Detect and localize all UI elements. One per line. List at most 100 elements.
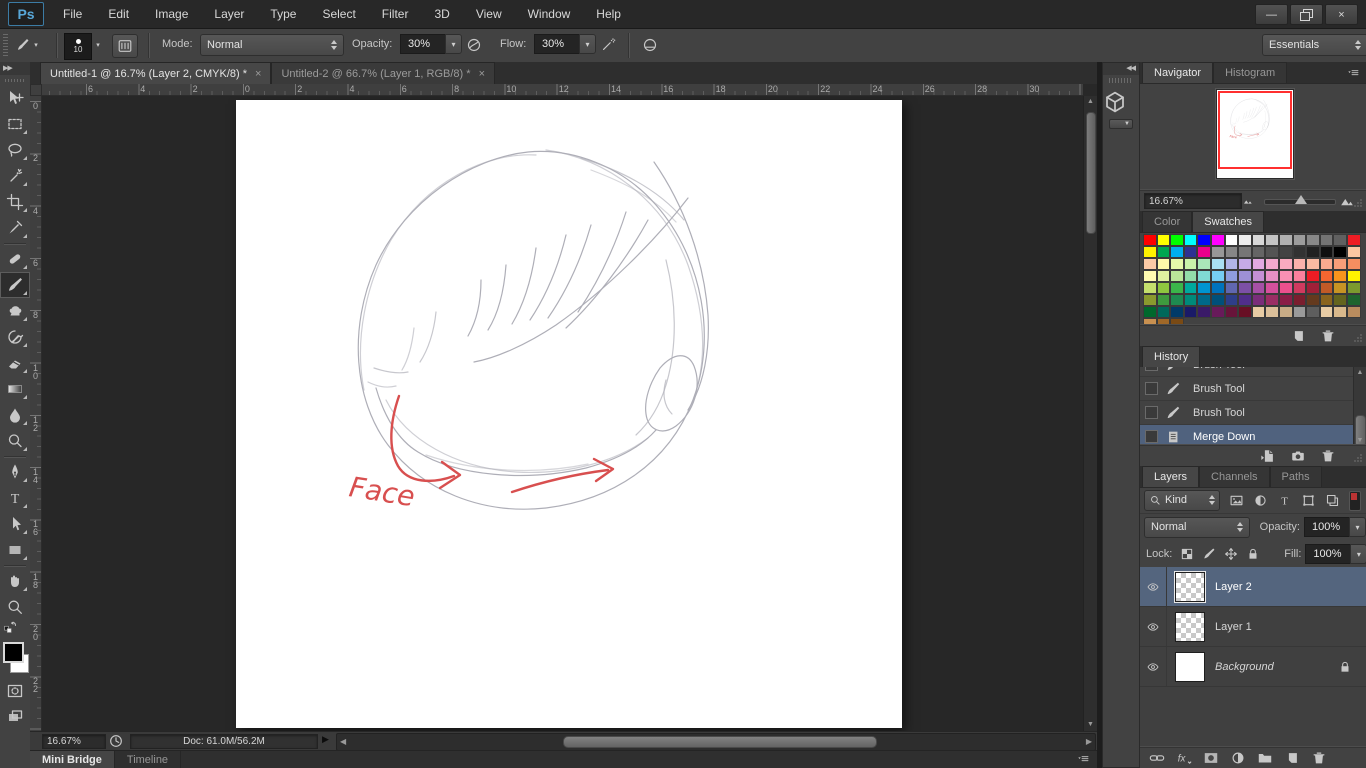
color-swatch[interactable]	[1306, 234, 1320, 246]
history-source-box[interactable]	[1145, 382, 1158, 395]
color-swatch[interactable]	[1333, 306, 1347, 318]
color-swatch[interactable]	[1183, 270, 1198, 282]
filter-shape-f-button[interactable]	[1298, 491, 1318, 509]
folder-button[interactable]	[1255, 749, 1275, 767]
expand-dock-button[interactable]: ◀◀	[1103, 63, 1139, 75]
swatches-tab-swatches[interactable]: Swatches	[1192, 211, 1264, 232]
scroll-left-icon[interactable]: ◀	[340, 736, 346, 748]
color-swatch[interactable]	[1306, 306, 1320, 318]
options-bar-grip[interactable]	[3, 34, 8, 57]
status-proxy-arrow-icon[interactable]: ▶	[322, 734, 329, 745]
layer-opacity-field[interactable]: 100% ▾	[1304, 517, 1366, 537]
horizontal-scroll-thumb[interactable]	[563, 736, 877, 748]
toolbar-grip[interactable]	[5, 77, 25, 83]
color-swatch[interactable]	[1251, 234, 1266, 246]
navigator-thumbnail[interactable]	[1216, 89, 1294, 179]
tool-move[interactable]	[0, 85, 30, 111]
filter-layers-f-button[interactable]	[1322, 491, 1342, 509]
color-swatch[interactable]	[1265, 246, 1279, 258]
close-tab-icon[interactable]: ×	[479, 68, 485, 80]
color-swatch[interactable]	[1278, 234, 1293, 246]
color-swatch[interactable]	[1238, 282, 1252, 294]
color-swatch[interactable]	[1143, 258, 1157, 270]
color-swatch[interactable]	[1292, 270, 1307, 282]
resize-grip-icon[interactable]	[1352, 197, 1364, 209]
panel-menu-icon[interactable]	[1345, 67, 1361, 79]
history-scrollbar[interactable]: ▲ ▼	[1353, 367, 1366, 447]
color-swatch[interactable]	[1319, 258, 1334, 270]
tool-pen[interactable]	[0, 459, 30, 485]
link-button[interactable]	[1147, 749, 1167, 767]
tool-preset-picker[interactable]: ▾	[14, 34, 38, 56]
bottom-tab-mini-bridge[interactable]: Mini Bridge	[30, 751, 115, 768]
color-swatch[interactable]	[1210, 258, 1225, 270]
color-swatch[interactable]	[1238, 234, 1252, 246]
lock-checker-sm-button[interactable]	[1178, 545, 1196, 563]
color-swatch[interactable]	[1306, 270, 1320, 282]
chevron-down-icon[interactable]: ▾	[579, 34, 596, 54]
color-swatch[interactable]	[1197, 294, 1211, 306]
swatches-tab-color[interactable]: Color	[1142, 211, 1193, 232]
navigator-zoom-field[interactable]: 16.67%	[1144, 193, 1242, 209]
color-swatch[interactable]	[1156, 294, 1171, 306]
layer-filter-select[interactable]: Kind	[1144, 489, 1220, 511]
color-swatch[interactable]	[1156, 270, 1171, 282]
bottom-tab-timeline[interactable]: Timeline	[115, 751, 182, 768]
document-size-field[interactable]: Doc: 61.0M/56.2M	[130, 734, 318, 749]
tablet-pressure-size-button[interactable]	[638, 34, 662, 56]
lock-lock-sm-button[interactable]	[1244, 545, 1262, 563]
menu-window[interactable]: Window	[515, 0, 584, 28]
scroll-down-icon[interactable]: ▼	[1087, 719, 1094, 731]
vertical-scrollbar[interactable]: ▲ ▼	[1083, 96, 1097, 731]
color-swatch[interactable]	[1251, 294, 1266, 306]
color-swatch[interactable]	[1346, 270, 1361, 282]
resize-grip-icon[interactable]	[1352, 452, 1364, 464]
color-swatch[interactable]	[1238, 258, 1252, 270]
navigator-zoom-slider[interactable]	[1264, 195, 1336, 205]
color-swatch[interactable]	[1156, 306, 1171, 318]
tool-history-brush[interactable]	[0, 324, 30, 350]
foreground-color-well[interactable]	[3, 642, 24, 663]
lock-brush-sm-button[interactable]	[1200, 545, 1218, 563]
resize-grip-icon[interactable]	[1352, 332, 1364, 344]
color-swatch[interactable]	[1197, 246, 1211, 258]
color-swatch[interactable]	[1238, 246, 1252, 258]
color-swatch[interactable]	[1346, 306, 1361, 318]
flow-field[interactable]: 30% ▾	[534, 34, 596, 54]
quick-mask-button[interactable]	[0, 678, 30, 704]
color-swatch[interactable]	[1224, 258, 1239, 270]
color-swatch[interactable]	[1210, 270, 1225, 282]
horizontal-scrollbar[interactable]: ◀ ▶	[336, 733, 1096, 751]
blend-mode-select[interactable]: Normal	[200, 34, 344, 56]
layers-tab-layers[interactable]: Layers	[1142, 466, 1200, 487]
color-swatch[interactable]	[1224, 306, 1239, 318]
color-swatch[interactable]	[1333, 246, 1347, 258]
color-swatch[interactable]	[1319, 246, 1334, 258]
mask-button[interactable]	[1201, 749, 1221, 767]
color-swatch[interactable]	[1197, 270, 1211, 282]
color-swatch[interactable]	[1278, 246, 1293, 258]
color-swatch[interactable]	[1224, 294, 1239, 306]
color-swatch[interactable]	[1238, 270, 1252, 282]
color-swatch[interactable]	[1143, 270, 1157, 282]
tool-blur[interactable]	[0, 402, 30, 428]
window-close-button[interactable]: ×	[1325, 4, 1358, 25]
fx-button[interactable]: fx	[1174, 749, 1194, 767]
layer-thumbnail[interactable]	[1175, 651, 1205, 682]
vertical-ruler[interactable]: 0 2 4 6 8 1 0 1 2 1 4 1 6 1 8 2 0 2 2	[30, 96, 42, 731]
color-swatch[interactable]	[1183, 282, 1198, 294]
close-tab-icon[interactable]: ×	[255, 68, 261, 80]
layers-tab-channels[interactable]: Channels	[1199, 466, 1270, 487]
color-swatch[interactable]	[1238, 294, 1252, 306]
color-swatch[interactable]	[1197, 282, 1211, 294]
menu-type[interactable]: Type	[257, 0, 309, 28]
menu-layer[interactable]: Layer	[201, 0, 257, 28]
layer-visibility-toggle[interactable]	[1140, 647, 1167, 686]
toolbar-collapse-button[interactable]: ▶▶	[0, 62, 30, 75]
scroll-up-icon[interactable]: ▲	[1087, 96, 1094, 108]
color-swatch[interactable]	[1292, 294, 1307, 306]
layer-fill-field[interactable]: 100% ▾	[1305, 544, 1366, 564]
color-swatch[interactable]	[1319, 234, 1334, 246]
color-swatch[interactable]	[1265, 306, 1279, 318]
new-layer-button[interactable]	[1288, 327, 1308, 345]
